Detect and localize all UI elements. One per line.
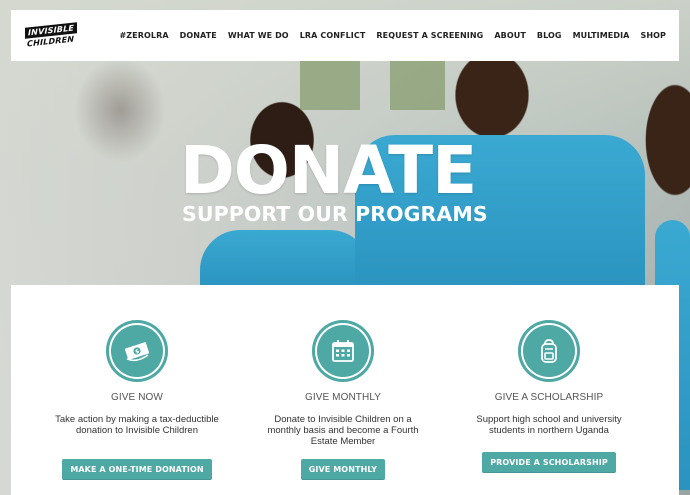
provide-a-scholarship-button[interactable]: PROVIDE A SCHOLARSHIP [482,452,616,473]
backpack-icon [518,320,580,382]
hero-subtitle: SUPPORT OUR PROGRAMS [182,202,488,226]
give-scholarship-description: Support high school and university stude… [476,414,622,437]
give-monthly-column: GIVE MONTHLY Donate to Invisible Childre… [248,285,438,480]
hero-title: DONATE [180,132,477,209]
nav-item-about[interactable]: ABOUT [494,31,526,40]
calendar-icon [312,320,374,382]
give-now-description: Take action by making a tax-deductible d… [55,414,219,437]
donation-options-panel: $ GIVE NOW Take action by making a tax-d… [11,285,679,495]
give-now-column: $ GIVE NOW Take action by making a tax-d… [42,285,232,480]
nav-item-zerolra[interactable]: #ZEROLRA [119,31,168,40]
give-monthly-description: Donate to Invisible Children on a monthl… [267,414,419,448]
money-icon: $ [106,320,168,382]
nav-menu: #ZEROLRA DONATE WHAT WE DO LRA CONFLICT … [119,10,666,61]
nav-item-lra-conflict[interactable]: LRA CONFLICT [300,31,366,40]
give-scholarship-title: GIVE A SCHOLARSHIP [494,392,604,403]
give-monthly-title: GIVE MONTHLY [304,392,382,403]
invisible-children-logo[interactable]: INVISIBLE CHILDREN [24,21,78,49]
nav-item-blog[interactable]: BLOG [537,31,562,40]
nav-item-multimedia[interactable]: MULTIMEDIA [573,31,630,40]
give-scholarship-column: GIVE A SCHOLARSHIP Support high school a… [454,285,644,473]
nav-item-donate[interactable]: DONATE [180,31,217,40]
make-one-time-donation-button[interactable]: MAKE A ONE-TIME DONATION [62,459,212,480]
give-monthly-button[interactable]: GIVE MONTHLY [300,459,386,480]
nav-item-shop[interactable]: SHOP [640,31,666,40]
give-now-title: GIVE NOW [111,392,163,403]
top-navigation: INVISIBLE CHILDREN #ZEROLRA DONATE WHAT … [11,10,679,61]
nav-item-request-a-screening[interactable]: REQUEST A SCREENING [376,31,483,40]
nav-item-what-we-do[interactable]: WHAT WE DO [228,31,289,40]
